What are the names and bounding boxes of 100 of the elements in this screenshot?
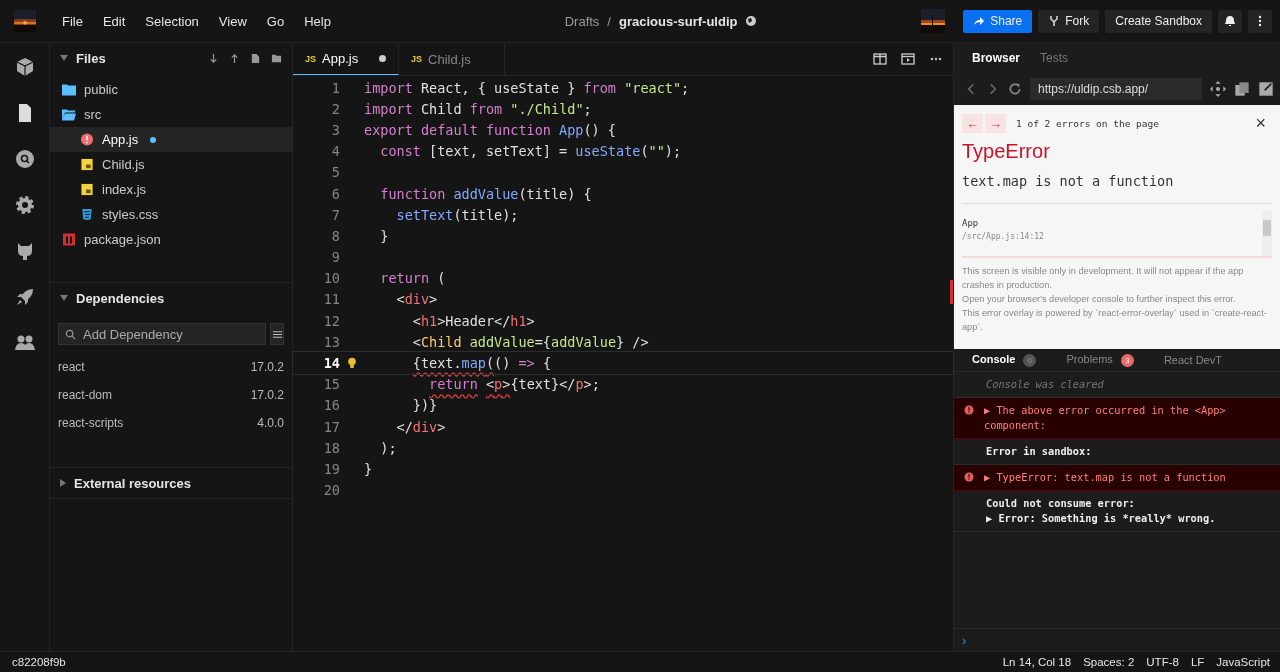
line-number: 4 [330,143,340,160]
code-line: setText(title); [395,206,519,223]
menu-item[interactable]: Help [294,13,341,29]
error-type: TypeError [962,140,1051,163]
code-line: <h1>Header</h1> [411,312,535,329]
previous-error-button[interactable]: ← [962,114,983,133]
console-message: Console was cleared [986,377,1104,392]
commit-hash: c82208f9b [12,656,66,668]
new-folder-icon[interactable] [271,52,282,64]
bell-icon [1224,15,1236,27]
tree-item[interactable]: package.json [50,227,292,252]
cube-icon[interactable] [14,57,35,77]
language-mode[interactable]: JavaScript [1216,656,1270,668]
js-file-icon [80,183,94,196]
arrow-down-icon[interactable] [208,52,219,64]
line-ending[interactable]: LF [1190,656,1205,668]
code-line: function addValue(title) { [379,185,592,202]
share-button[interactable]: Share [963,9,1033,33]
code-line: })} [411,397,438,414]
close-button[interactable]: × [1249,113,1272,134]
expand-caret-icon[interactable] [60,479,66,487]
rocket-icon[interactable] [14,287,35,307]
search-icon[interactable] [14,149,35,169]
next-error-button[interactable]: → [985,114,1006,133]
lightbulb-icon[interactable] [347,357,357,370]
overlay-note: This screen is visible only in development. It will not appear if the app crashes in production. [962,265,1245,292]
preview-tab[interactable]: Browser [962,51,1031,65]
console-message: Could not consume error: ▶ Error: Something is *really* wrong. [986,496,1216,526]
package-icon [62,233,76,246]
collapse-caret-icon[interactable] [60,295,68,301]
folder-icon [62,108,76,121]
js-file-icon [80,158,94,171]
url-field[interactable]: https://uldip.csb.app/ [1030,78,1202,100]
menu-item[interactable]: Edit [92,13,136,29]
tree-item[interactable]: App.js [50,127,292,152]
line-number: 2 [330,100,340,117]
stack-frame-location: /src/App.js:14:12 [962,232,1045,241]
console-prompt[interactable]: › [962,632,967,648]
css-file-icon [80,208,94,221]
code-line: import Child from "./Child"; [364,100,592,117]
notifications-button[interactable] [1218,9,1242,33]
stack-frame-name: App [962,218,980,228]
globe-icon [745,15,758,27]
search-field[interactable]: Add Dependency [58,323,266,345]
editor-tab[interactable]: JS Child.js [399,43,505,75]
tree-item[interactable]: Child.js [50,152,292,177]
menu-button[interactable] [270,323,284,345]
create-sandbox-button[interactable]: Create Sandbox [1105,9,1212,33]
breadcrumb-separator: / [607,13,611,29]
line-number: 3 [330,121,340,138]
scrollbar[interactable] [1262,210,1272,256]
arrow-up-icon[interactable] [229,52,240,64]
line-number: 16 [322,397,340,414]
preview-icon[interactable] [901,53,915,65]
encoding[interactable]: UTF-8 [1146,656,1179,668]
windows-icon[interactable] [1234,81,1250,97]
line-number: 20 [322,482,340,499]
line-number: 14 [322,355,340,372]
line-number: 5 [330,164,340,181]
collapse-caret-icon[interactable] [60,55,68,61]
cursor-position[interactable]: Ln 14, Col 18 [1002,656,1072,668]
tree-item[interactable]: src [50,102,292,127]
panel-title: Files [76,50,107,66]
code-line: <div> [395,291,438,308]
breadcrumb-folder[interactable]: Drafts [564,13,600,29]
split-view-icon[interactable] [873,53,887,65]
line-number: 7 [330,206,340,223]
code-line: ); [379,439,397,456]
menu-item[interactable]: View [208,13,257,29]
users-icon[interactable] [14,333,35,353]
menu-item[interactable]: Go [256,13,295,29]
settings-icon[interactable] [14,195,35,215]
sandbox-name[interactable]: gracious-surf-uldip [619,13,738,29]
refresh-icon[interactable] [1008,82,1022,96]
line-number: 18 [322,439,340,456]
dependency-name[interactable]: react [58,360,85,374]
line-number: 15 [322,376,340,393]
fork-button[interactable]: Fork [1038,9,1100,33]
indentation[interactable]: Spaces: 2 [1083,656,1135,668]
tree-item[interactable]: index.js [50,177,292,202]
new-window-icon[interactable] [1258,81,1274,97]
menu-item[interactable]: Selection [135,13,209,29]
tree-item[interactable]: styles.css [50,202,292,227]
new-file-icon[interactable] [250,52,261,64]
code-line: import React, { useState } from "react"; [364,79,690,96]
tree-item[interactable]: public [50,77,292,102]
menu-icon [271,328,283,340]
menu-item[interactable]: File [52,13,93,29]
console-tab[interactable]: React DevT [1163,354,1222,366]
preview-tab[interactable]: Tests [1030,51,1079,65]
move-icon[interactable] [1210,81,1226,97]
dependency-name[interactable]: react-dom [58,388,113,402]
editor-tab[interactable]: JS App.js [293,43,399,75]
code-line: export default function App() { [364,121,616,138]
scrollbar-marker [950,280,953,304]
code-line: } [379,227,389,244]
dependency-version: 17.0.2 [250,388,284,402]
dependency-name[interactable]: react-scripts [58,416,124,430]
more-button[interactable] [1248,9,1272,33]
fork-icon [1048,15,1061,27]
